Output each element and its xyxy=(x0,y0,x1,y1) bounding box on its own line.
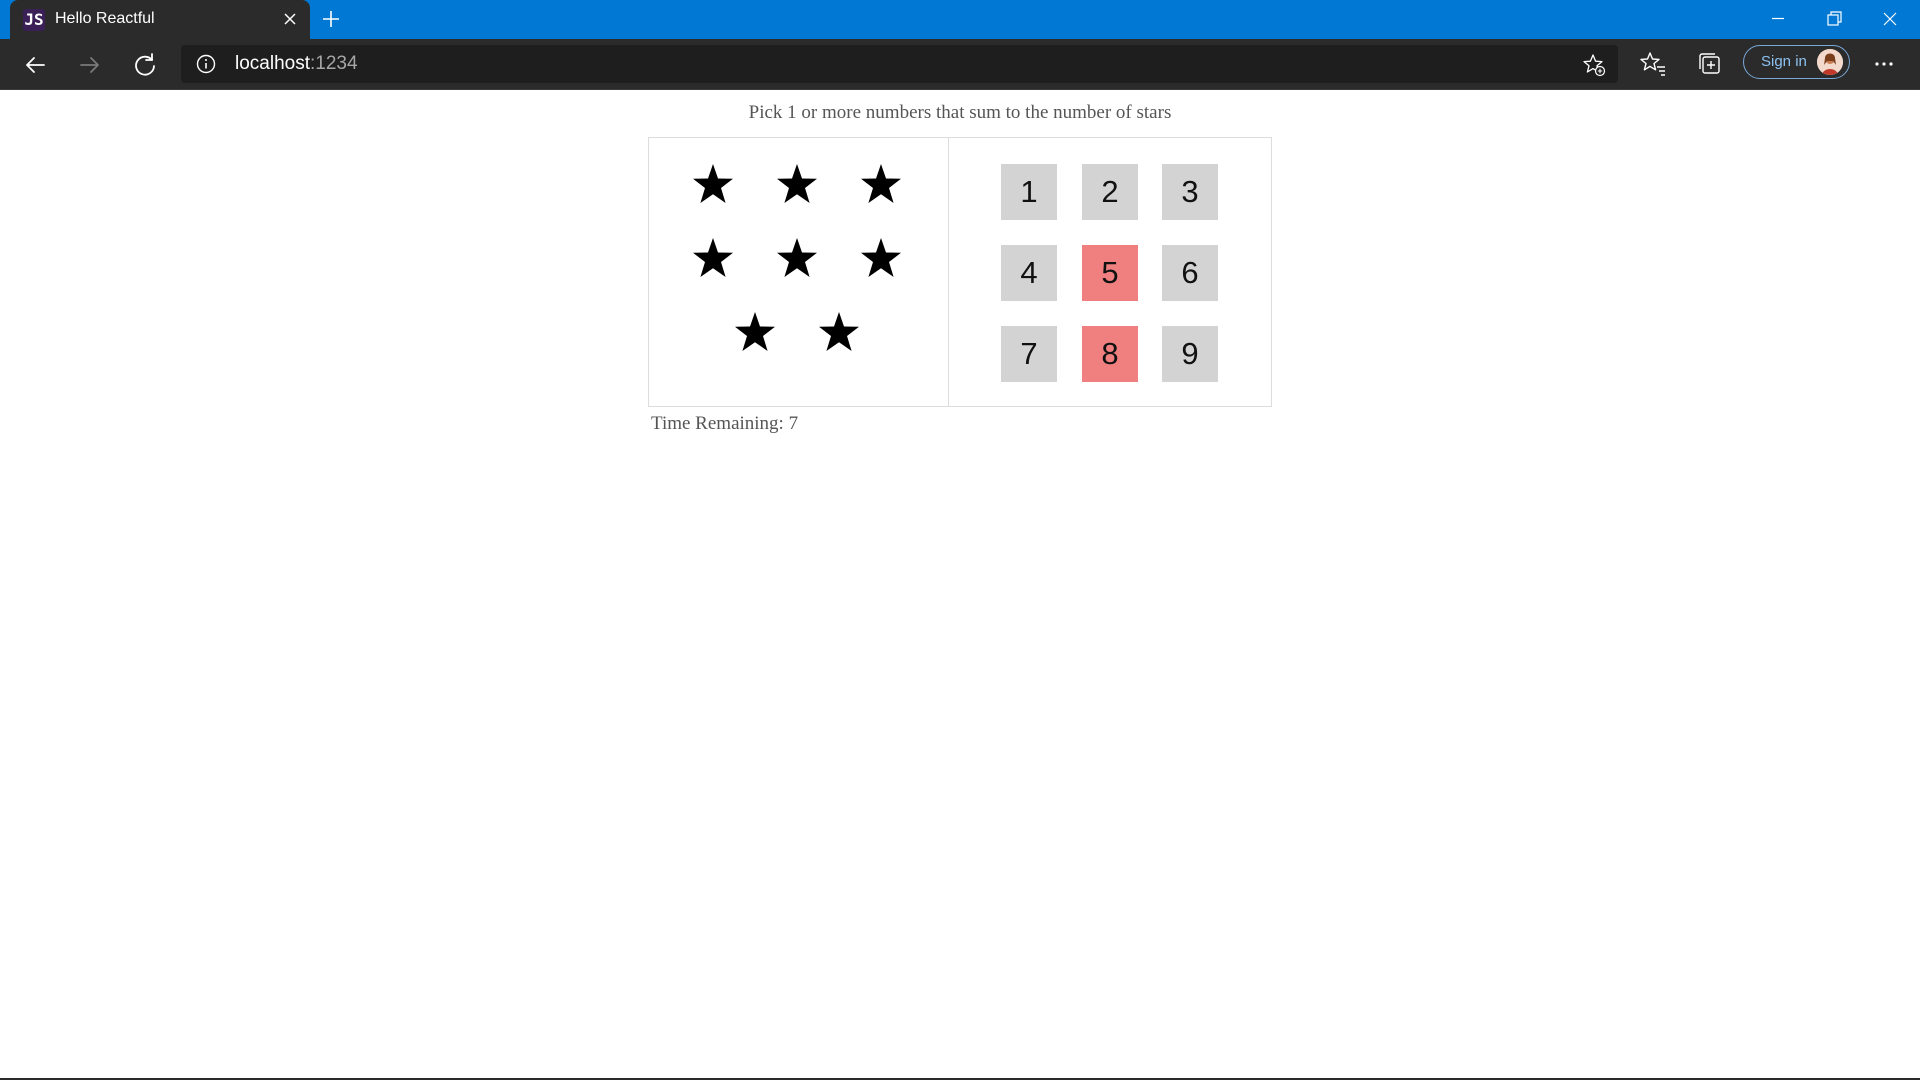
number-button-3[interactable]: 3 xyxy=(1162,164,1218,220)
sign-in-button[interactable]: Sign in xyxy=(1743,45,1850,79)
sign-in-label: Sign in xyxy=(1761,53,1807,70)
star-icon xyxy=(819,312,859,351)
timer-value: 7 xyxy=(788,413,799,434)
restore-icon[interactable] xyxy=(1806,0,1862,39)
star-icon xyxy=(861,164,901,203)
number-button-1[interactable]: 1 xyxy=(1001,164,1057,220)
star-icon xyxy=(735,312,775,351)
url-port: :1234 xyxy=(310,53,358,74)
star-match-game: 123 456 789 xyxy=(648,137,1272,407)
address-bar[interactable]: localhost:1234 xyxy=(181,45,1618,83)
tab-title: Hello Reactful xyxy=(55,10,155,27)
numbers-panel: 123 456 789 xyxy=(949,138,1271,406)
js-favicon-icon: JS xyxy=(23,9,45,31)
close-tab-icon[interactable] xyxy=(278,6,302,32)
browser-tab[interactable]: JS Hello Reactful xyxy=(10,0,310,39)
star-icon xyxy=(777,238,817,277)
more-options-icon[interactable] xyxy=(1868,48,1900,80)
number-button-5[interactable]: 5 xyxy=(1082,245,1138,301)
site-info-icon[interactable] xyxy=(195,53,217,75)
stars-panel xyxy=(649,138,949,406)
title-bar: JS Hello Reactful xyxy=(0,0,1920,39)
number-button-9[interactable]: 9 xyxy=(1162,326,1218,382)
star-icon xyxy=(777,164,817,203)
close-window-icon[interactable] xyxy=(1862,0,1918,39)
reload-icon[interactable] xyxy=(128,48,162,82)
number-button-8[interactable]: 8 xyxy=(1082,326,1138,382)
add-favorite-icon[interactable] xyxy=(1581,52,1607,78)
time-remaining: Time Remaining: 7 xyxy=(651,412,798,436)
new-tab-icon[interactable] xyxy=(318,6,344,32)
number-button-7[interactable]: 7 xyxy=(1001,326,1057,382)
number-button-4[interactable]: 4 xyxy=(1001,245,1057,301)
number-button-6[interactable]: 6 xyxy=(1162,245,1218,301)
star-icon xyxy=(693,164,733,203)
number-button-2[interactable]: 2 xyxy=(1082,164,1138,220)
browser-toolbar: localhost:1234 Sign in xyxy=(0,39,1920,90)
back-arrow-icon[interactable] xyxy=(18,48,52,82)
forward-arrow-icon[interactable] xyxy=(73,48,107,82)
collections-icon[interactable] xyxy=(1694,48,1726,80)
avatar-icon xyxy=(1817,49,1843,75)
url-host: localhost xyxy=(235,53,310,74)
star-icon xyxy=(693,238,733,277)
url-text: localhost:1234 xyxy=(235,53,358,75)
favorites-icon[interactable] xyxy=(1637,48,1669,80)
game-instructions: Pick 1 or more numbers that sum to the n… xyxy=(748,102,1172,123)
timer-label: Time Remaining: xyxy=(651,413,784,434)
minimize-icon[interactable] xyxy=(1750,0,1806,39)
star-icon xyxy=(861,238,901,277)
